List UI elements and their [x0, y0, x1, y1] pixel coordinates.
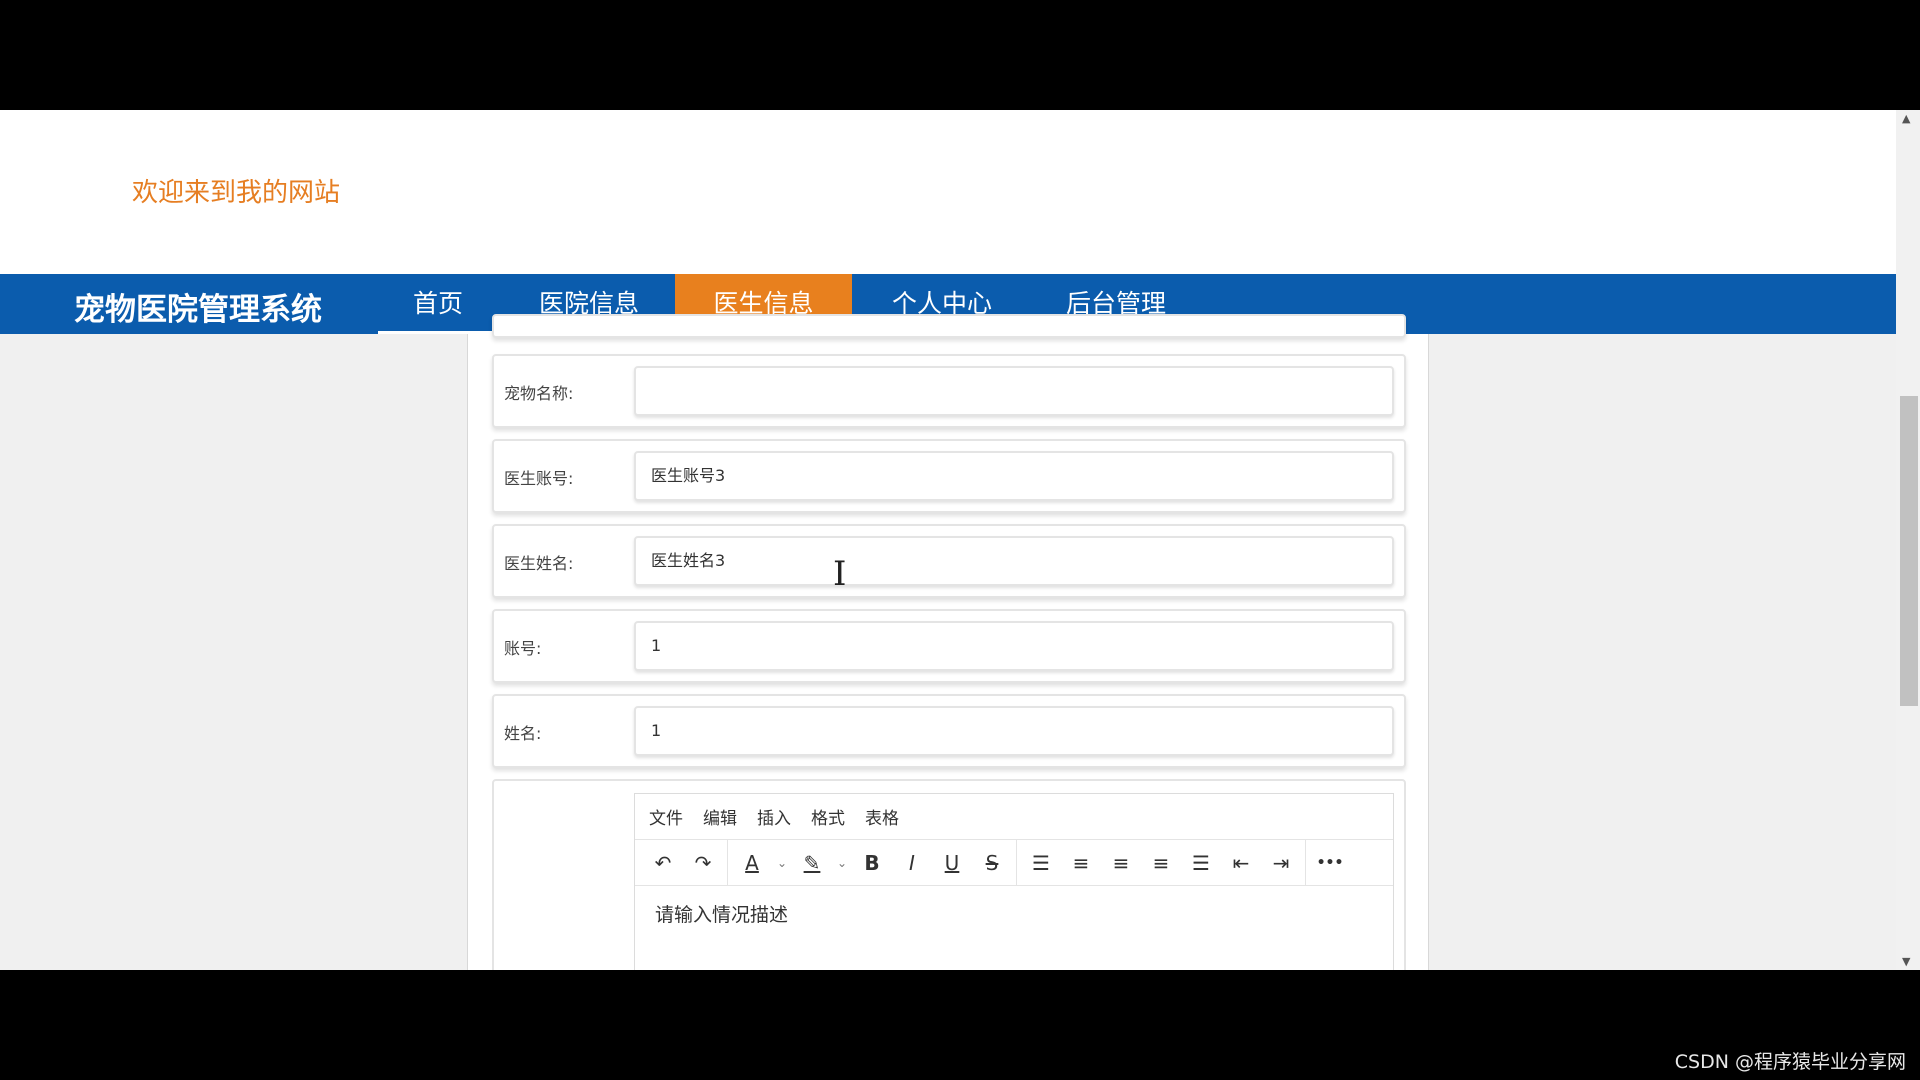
toolbar-separator — [727, 839, 728, 886]
welcome-text: 欢迎来到我的网站 — [132, 178, 341, 208]
rich-text-editor: 文件 编辑 插入 格式 表格 ↶ ↷ A ⌄ ✎ ⌄ B I U S ☰ ≡ ≡ ≡ ☰ ⇤ ⇥ ••• 请输入情况描述 — [634, 793, 1394, 970]
editor-menu-format[interactable]: 格式 — [811, 804, 845, 829]
field-label: 医生账号: — [504, 469, 574, 488]
editor-menu-table[interactable]: 表格 — [865, 804, 899, 829]
outdent-icon[interactable]: ⇤ — [1221, 845, 1261, 881]
browser-viewport: 欢迎来到我的网站 宠物医院管理系统 首页 医院信息 医生信息 个人中心 后台管理… — [0, 110, 1920, 970]
undo-icon[interactable]: ↶ — [643, 845, 683, 881]
welcome-bar: 欢迎来到我的网站 — [0, 110, 1896, 274]
editor-placeholder[interactable]: 请输入情况描述 — [635, 886, 1393, 941]
pet-name-input[interactable] — [634, 366, 1394, 416]
brand-title: 宠物医院管理系统 — [74, 292, 322, 328]
scroll-up-icon[interactable]: ▲ — [1902, 112, 1910, 125]
form-container: 宠物名称: 医生账号: 医生账号3 医生姓名: 医生姓名3 账号: 1 姓名: 1 文件 编辑 插入格… — [467, 314, 1429, 970]
editor-menubar: 文件 编辑 插入 格式 表格 — [635, 794, 1393, 840]
doctor-name-input[interactable]: 医生姓名3 — [634, 536, 1394, 586]
form-row-partial — [492, 314, 1406, 338]
field-label: 姓名: — [504, 724, 542, 743]
align-justify-icon[interactable]: ☰ — [1181, 845, 1221, 881]
indent-icon[interactable]: ⇥ — [1261, 845, 1301, 881]
editor-menu-edit[interactable]: 编辑 — [703, 804, 737, 829]
bold-icon[interactable]: B — [852, 845, 892, 881]
text-color-dropdown-icon[interactable]: ⌄ — [772, 845, 792, 881]
nav-item-label: 首页 — [412, 289, 463, 318]
form-row-description: 文件 编辑 插入 格式 表格 ↶ ↷ A ⌄ ✎ ⌄ B I U S ☰ ≡ ≡ ≡ ☰ ⇤ ⇥ ••• 请输入情况描述 — [492, 779, 1406, 970]
more-icon[interactable]: ••• — [1310, 845, 1350, 881]
text-color-icon[interactable]: A — [732, 845, 772, 881]
highlight-dropdown-icon[interactable]: ⌄ — [832, 845, 852, 881]
nav-item-home[interactable]: 首页 — [378, 274, 498, 334]
page: 欢迎来到我的网站 宠物医院管理系统 首页 医院信息 医生信息 个人中心 后台管理… — [0, 110, 1920, 970]
vertical-scrollbar[interactable]: ▲ ▼ — [1896, 110, 1920, 970]
account-input[interactable]: 1 — [634, 621, 1394, 671]
italic-icon[interactable]: I — [892, 845, 932, 881]
form-row-name: 姓名: 1 — [492, 694, 1406, 768]
align-right-icon[interactable]: ≡ — [1141, 845, 1181, 881]
form-row-account: 账号: 1 — [492, 609, 1406, 683]
scroll-down-icon[interactable]: ▼ — [1902, 955, 1910, 968]
editor-toolbar: ↶ ↷ A ⌄ ✎ ⌄ B I U S ☰ ≡ ≡ ≡ ☰ ⇤ ⇥ ••• — [635, 839, 1393, 886]
toolbar-separator — [1016, 839, 1017, 886]
form-row-doctor-name: 医生姓名: 医生姓名3 — [492, 524, 1406, 598]
editor-menu-file[interactable]: 文件 — [649, 804, 683, 829]
text-cursor-icon: I — [833, 554, 847, 594]
strikethrough-icon[interactable]: S — [972, 845, 1012, 881]
editor-menu-insert[interactable]: 插入 — [757, 804, 791, 829]
underline-icon[interactable]: U — [932, 845, 972, 881]
align-center-icon[interactable]: ≡ — [1101, 845, 1141, 881]
watermark-text: CSDN @程序猿毕业分享网 — [1674, 1051, 1906, 1073]
scroll-thumb[interactable] — [1900, 396, 1918, 706]
field-label: 账号: — [504, 639, 542, 658]
form-row-doctor-account: 医生账号: 医生账号3 — [492, 439, 1406, 513]
screen: 欢迎来到我的网站 宠物医院管理系统 首页 医院信息 医生信息 个人中心 后台管理… — [0, 0, 1920, 1080]
field-label: 宠物名称: — [504, 384, 574, 403]
field-label: 医生姓名: — [504, 554, 574, 573]
toolbar-separator — [1305, 839, 1306, 886]
align-left-icon[interactable]: ≡ — [1061, 845, 1101, 881]
redo-icon[interactable]: ↷ — [683, 845, 723, 881]
name-input[interactable]: 1 — [634, 706, 1394, 756]
form-row-pet-name: 宠物名称: — [492, 354, 1406, 428]
line-height-icon[interactable]: ☰ — [1021, 845, 1061, 881]
highlight-icon[interactable]: ✎ — [792, 845, 832, 881]
doctor-account-input[interactable]: 医生账号3 — [634, 451, 1394, 501]
